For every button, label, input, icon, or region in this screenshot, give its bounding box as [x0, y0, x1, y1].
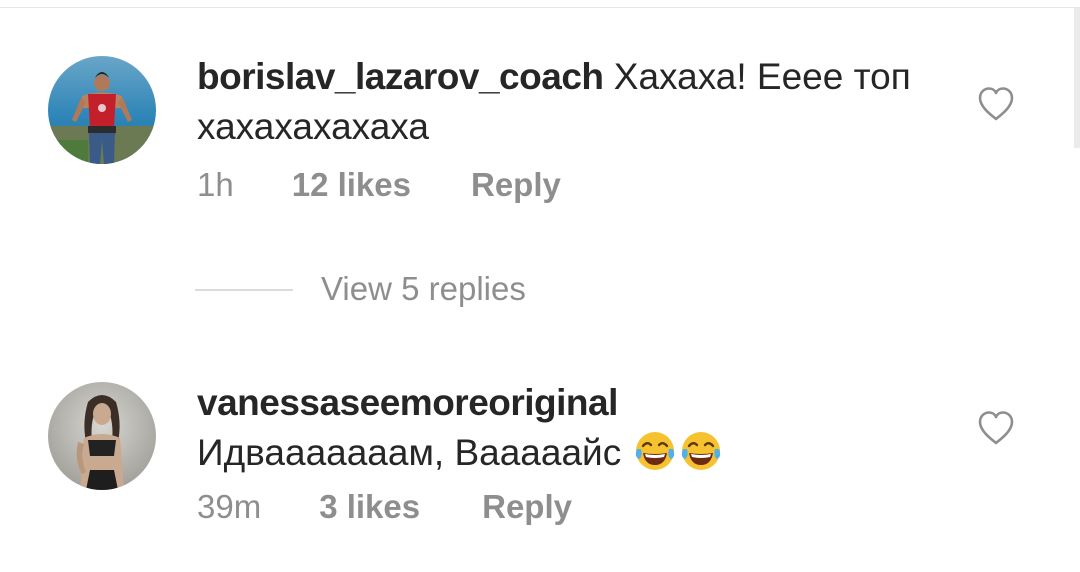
comment-meta: 39m 3 likes Reply [197, 488, 572, 526]
avatar[interactable] [48, 382, 156, 490]
reply-button[interactable]: Reply [482, 488, 572, 526]
avatar[interactable] [48, 56, 156, 164]
comment-meta: 1h 12 likes Reply [197, 166, 561, 204]
heart-icon[interactable] [977, 410, 1015, 446]
scrollbar[interactable] [1074, 8, 1080, 148]
avatar-image [48, 382, 156, 490]
comment-username[interactable]: vanessaseemoreoriginal [197, 378, 937, 428]
comment-timestamp: 39m [197, 488, 262, 525]
comment-username[interactable]: borislav_lazarov_coach [197, 56, 604, 97]
likes-count[interactable]: 12 likes [292, 166, 411, 204]
view-replies-link[interactable]: View 5 replies [321, 270, 526, 308]
comment-timestamp: 1h [197, 166, 234, 203]
heart-icon[interactable] [977, 86, 1015, 122]
avatar-image [48, 56, 156, 164]
top-divider [0, 7, 1080, 8]
likes-count[interactable]: 3 likes [319, 488, 420, 526]
reply-button[interactable]: Reply [471, 166, 561, 204]
comments-page: borislav_lazarov_coach Хахаха! Ееее топ … [0, 0, 1080, 572]
comment-content: vanessaseemoreoriginal Идвааааааам, Вааа… [197, 378, 937, 478]
face-with-tears-of-joy-icon [682, 432, 721, 470]
comment-content: borislav_lazarov_coach Хахаха! Ееее топ … [197, 52, 937, 152]
comment-text: Идвааааааам, Вааааайс [197, 432, 622, 473]
face-with-tears-of-joy-icon [636, 432, 675, 470]
replies-divider-line [195, 289, 293, 291]
